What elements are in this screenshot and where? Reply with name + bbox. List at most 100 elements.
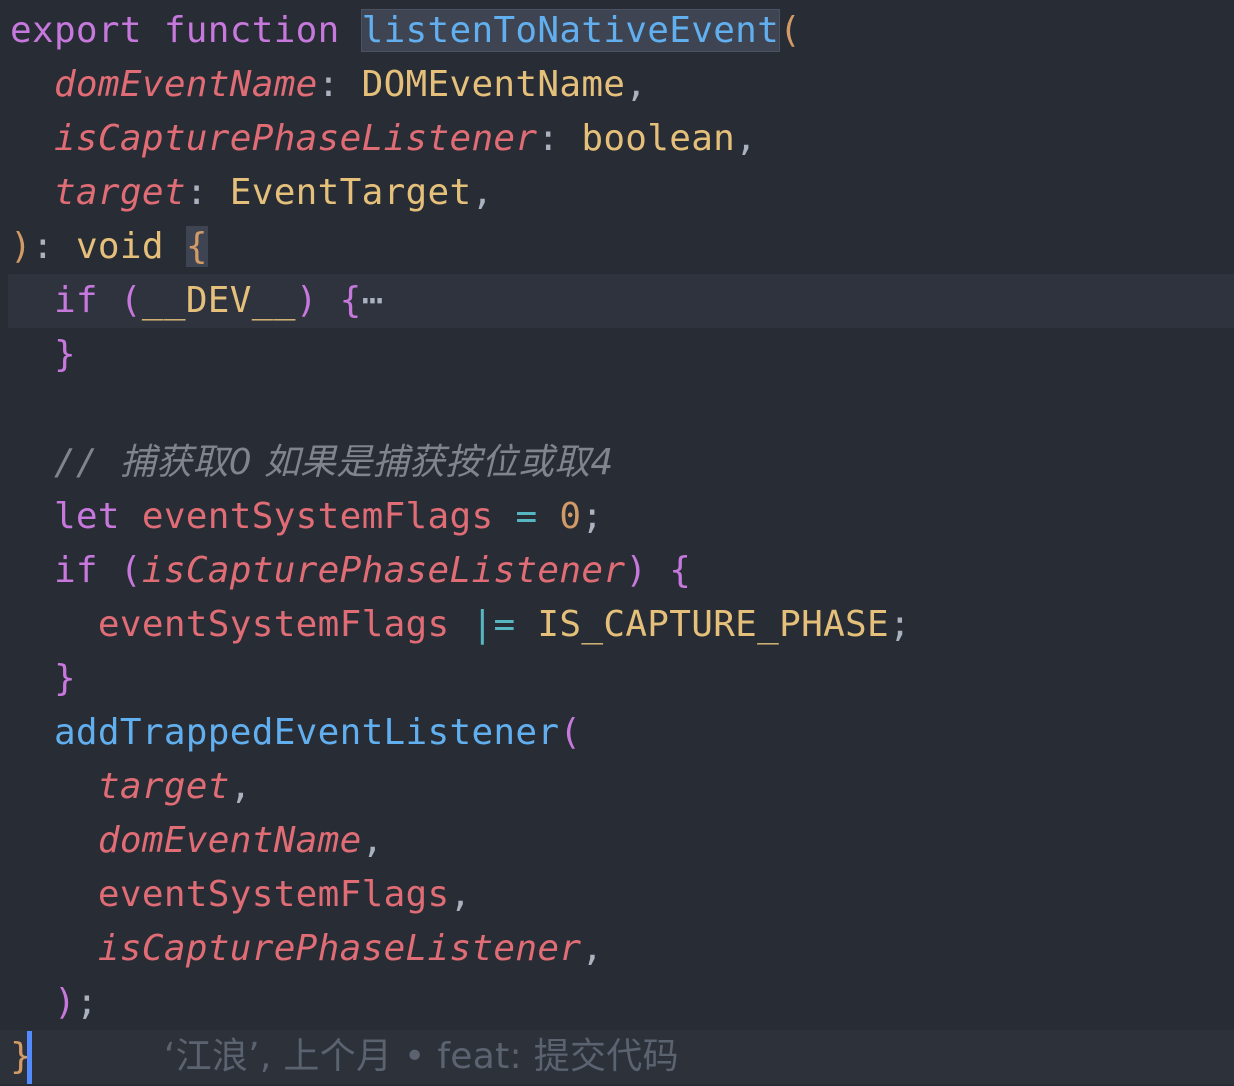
code-token: IS_CAPTURE_PHASE — [537, 604, 890, 645]
code-line[interactable]: } — [0, 328, 1234, 382]
code-line[interactable]: } — [0, 652, 1234, 706]
code-token: : — [537, 118, 582, 159]
code-line[interactable]: let eventSystemFlags = 0; — [0, 490, 1234, 544]
code-line[interactable]: ): void { — [0, 220, 1234, 274]
code-token: __DEV__ — [141, 280, 296, 321]
code-token: domEventName — [53, 64, 318, 105]
code-token: ; — [75, 982, 98, 1023]
code-token: } — [53, 334, 76, 375]
code-line[interactable]: if (isCapturePhaseListener) { — [0, 544, 1234, 598]
code-token: { — [669, 550, 692, 591]
code-token: ) — [10, 226, 32, 267]
code-line[interactable]: export function listenToNativeEvent( — [0, 4, 1234, 58]
code-line[interactable]: eventSystemFlags |= IS_CAPTURE_PHASE; — [0, 598, 1234, 652]
git-blame-annotation: ‘江浪’, 上个月 • feat: 提交代码 — [163, 1036, 679, 1077]
code-token: { — [185, 226, 208, 267]
code-line[interactable] — [0, 382, 1234, 436]
code-token: eventSystemFlags — [141, 496, 494, 537]
code-token: target — [53, 172, 186, 213]
code-token: ) — [295, 280, 318, 321]
code-token: ( — [119, 550, 142, 591]
code-token: : — [31, 226, 76, 267]
code-token: DOMEventName — [361, 64, 626, 105]
code-token: |= — [471, 604, 516, 645]
text-cursor — [27, 1031, 32, 1084]
code-token: , — [581, 928, 604, 969]
code-token: isCapturePhaseListener — [53, 118, 538, 159]
code-token: } — [53, 658, 76, 699]
code-token: if — [53, 280, 98, 321]
code-token: 捕获取0 如果是捕获按位或取4 — [119, 442, 614, 483]
code-token: : — [317, 64, 362, 105]
code-token: ) — [53, 982, 76, 1023]
code-editor[interactable]: export function listenToNativeEvent( dom… — [0, 0, 1234, 1086]
code-line[interactable]: addTrappedEventListener( — [0, 706, 1234, 760]
code-token: ( — [119, 280, 142, 321]
code-token: isCapturePhaseListener — [141, 550, 626, 591]
code-token: target — [97, 766, 230, 807]
code-line[interactable]: ); — [0, 976, 1234, 1030]
code-token: export — [10, 10, 142, 51]
code-token: function — [163, 10, 340, 51]
code-token: , — [449, 874, 472, 915]
code-token: let — [53, 496, 120, 537]
code-line[interactable]: isCapturePhaseListener, — [0, 922, 1234, 976]
code-token: listenToNativeEvent — [360, 9, 781, 52]
code-token: , — [229, 766, 252, 807]
folded-code-ellipsis[interactable]: ⋯ — [362, 280, 384, 321]
code-line[interactable]: target: EventTarget, — [0, 166, 1234, 220]
code-token: // — [53, 442, 120, 483]
code-line[interactable]: if (__DEV__) {⋯ — [8, 274, 1234, 328]
code-token: isCapturePhaseListener — [97, 928, 582, 969]
code-token: ; — [581, 496, 604, 537]
code-token: { — [339, 280, 362, 321]
code-token: addTrappedEventListener — [53, 712, 560, 753]
code-token: , — [625, 64, 648, 105]
code-line[interactable]: eventSystemFlags, — [0, 868, 1234, 922]
code-token: , — [471, 172, 494, 213]
code-token: EventTarget — [229, 172, 472, 213]
code-token: ( — [559, 712, 582, 753]
code-token: : — [185, 172, 230, 213]
code-token: boolean — [581, 118, 736, 159]
code-token: ( — [779, 10, 802, 51]
code-line[interactable]: domEventName: DOMEventName, — [0, 58, 1234, 112]
code-token: , — [735, 118, 758, 159]
code-token: 0 — [559, 496, 582, 537]
code-token: domEventName — [97, 820, 362, 861]
code-line[interactable]: isCapturePhaseListener: boolean, — [0, 112, 1234, 166]
code-line[interactable]: domEventName, — [0, 814, 1234, 868]
code-token: eventSystemFlags — [97, 874, 450, 915]
code-line[interactable]: } ‘江浪’, 上个月 • feat: 提交代码 — [0, 1030, 1234, 1084]
code-token: ) — [625, 550, 648, 591]
code-token: = — [515, 496, 538, 537]
code-token: if — [53, 550, 98, 591]
code-line[interactable]: target, — [0, 760, 1234, 814]
code-line[interactable]: // 捕获取0 如果是捕获按位或取4 — [0, 436, 1234, 490]
